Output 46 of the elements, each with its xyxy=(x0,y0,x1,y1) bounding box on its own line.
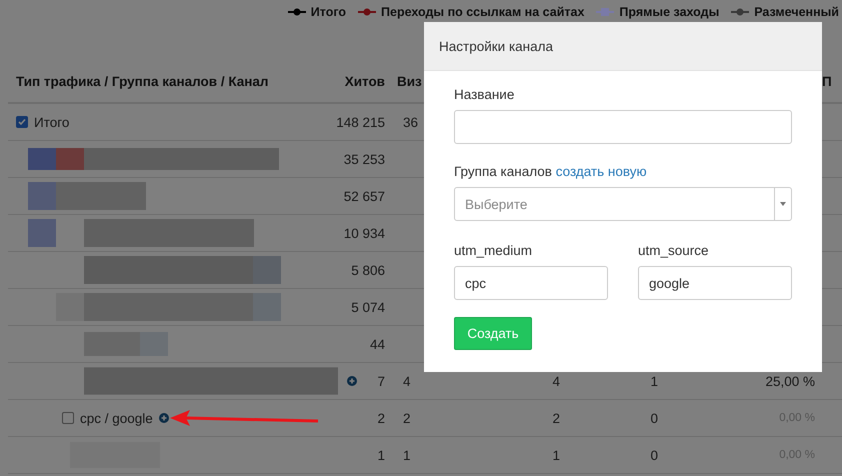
hits-cell: 10 934 xyxy=(344,226,385,240)
field-label: utm_medium xyxy=(454,243,534,258)
column-header[interactable]: Хитов xyxy=(344,74,385,88)
legend-item[interactable]: Размеченный xyxy=(731,3,839,20)
utm-source-field[interactable]: google xyxy=(638,266,792,300)
checkbox[interactable] xyxy=(16,116,28,128)
hits-cell: 52 657 xyxy=(344,188,385,204)
utm-medium-field[interactable]: cpc xyxy=(454,266,608,300)
hits-cell: 2 xyxy=(377,410,385,426)
hits-cell: 44 xyxy=(370,336,385,352)
legend-item[interactable]: Переходы по ссылкам на сайтах xyxy=(358,3,584,20)
hits-cell: 7 xyxy=(377,374,385,388)
field-label: Название xyxy=(454,87,516,102)
hits-cell: 35 253 xyxy=(344,152,385,166)
table-cell: 2 xyxy=(552,410,560,426)
table-cell: 0 xyxy=(650,410,658,426)
table-cell: 1 xyxy=(650,374,658,388)
table-cell: 4 xyxy=(552,374,560,388)
plus-icon[interactable] xyxy=(158,413,169,423)
hits-cell: 148 215 xyxy=(336,114,385,130)
column-header[interactable]: П xyxy=(822,74,832,88)
hits-cell: 1 xyxy=(377,448,385,462)
legend-item[interactable]: Прямые заходы xyxy=(596,3,720,20)
legend-item[interactable]: Итого xyxy=(288,3,346,20)
checkbox[interactable] xyxy=(62,412,74,424)
table-cell: 4 xyxy=(403,374,411,388)
hits-cell: 5 806 xyxy=(351,262,385,278)
column-header[interactable]: Виз xyxy=(397,74,422,88)
group-select[interactable]: Выберите xyxy=(454,187,792,221)
caret-icon xyxy=(780,202,786,206)
column-header[interactable]: Тип трафика / Группа каналов / Канал xyxy=(16,74,268,88)
table-cell: 36 xyxy=(403,114,418,130)
table-cell: 1 xyxy=(552,448,560,462)
table-cell: 1 xyxy=(403,448,411,462)
field-label: utm_source xyxy=(638,243,710,258)
percent-cell: 25,00 % xyxy=(765,374,815,388)
name-field[interactable] xyxy=(454,110,792,144)
field-label: Группа каналов xyxy=(454,164,552,179)
table-cell: 0 xyxy=(650,448,658,462)
row-label: cpc / google xyxy=(80,410,153,426)
plus-icon[interactable] xyxy=(347,376,358,386)
hits-cell: 5 074 xyxy=(351,300,385,314)
create-link[interactable]: создать новую xyxy=(556,164,647,179)
table-cell: 2 xyxy=(403,410,411,426)
row-label: Итого xyxy=(34,114,70,130)
modal-title: Настройки канала xyxy=(424,22,822,71)
